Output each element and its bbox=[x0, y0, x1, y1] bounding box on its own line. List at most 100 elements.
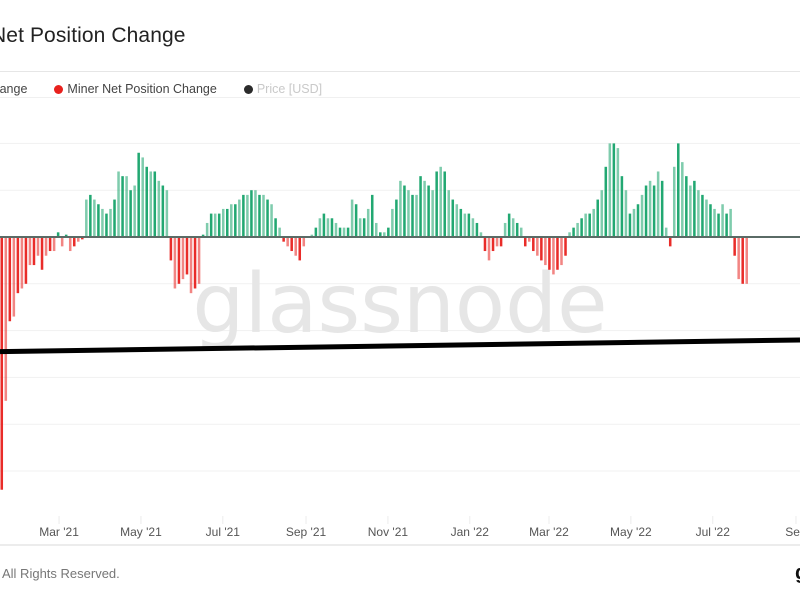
legend-dot-icon bbox=[54, 84, 64, 94]
bar-positive bbox=[230, 204, 233, 237]
bar-positive bbox=[346, 227, 350, 237]
bar-negative bbox=[20, 237, 24, 289]
bar-positive bbox=[600, 190, 604, 237]
bar-positive bbox=[238, 199, 241, 237]
bar-negative bbox=[16, 237, 20, 294]
bar-negative bbox=[28, 237, 32, 266]
bar-positive bbox=[209, 213, 213, 237]
bar-positive bbox=[407, 190, 410, 237]
bar-positive bbox=[350, 199, 354, 237]
bar-positive bbox=[515, 222, 519, 237]
bar-positive bbox=[334, 222, 338, 237]
footer-logo-glyph: g bbox=[795, 562, 800, 585]
bar-positive bbox=[121, 176, 124, 237]
bar-positive bbox=[391, 208, 394, 237]
bar-positive bbox=[636, 204, 640, 237]
bar-positive bbox=[161, 185, 165, 237]
bar-negative bbox=[745, 237, 748, 284]
bar-positive bbox=[439, 166, 442, 237]
bar-negative bbox=[540, 237, 543, 261]
bar-positive bbox=[604, 166, 608, 237]
bar-positive bbox=[113, 199, 116, 237]
bar-positive bbox=[652, 185, 656, 237]
legend-item-exchange-net-position-change[interactable]: tion Change bbox=[0, 82, 27, 96]
bar-positive bbox=[685, 176, 688, 237]
bar-positive bbox=[709, 204, 712, 237]
bar-positive bbox=[431, 190, 434, 237]
x-tick-label: Jul '21 bbox=[206, 525, 241, 539]
bar-positive bbox=[677, 143, 680, 237]
bar-positive bbox=[705, 199, 708, 237]
bar-positive bbox=[423, 180, 426, 237]
bar-positive bbox=[270, 204, 273, 237]
watermark: glassnode bbox=[192, 257, 607, 352]
bar-positive bbox=[628, 213, 632, 237]
bar-positive bbox=[576, 222, 579, 237]
legend-item-price[interactable]: Price [USD] bbox=[243, 82, 322, 96]
bar-positive bbox=[137, 152, 140, 237]
bar-positive bbox=[612, 143, 616, 237]
bar-negative bbox=[197, 237, 201, 284]
bar-positive bbox=[616, 148, 620, 237]
bar-positive bbox=[226, 208, 229, 237]
bar-positive bbox=[362, 218, 366, 237]
bar-positive bbox=[318, 218, 322, 237]
bar-positive bbox=[250, 190, 253, 237]
x-axis-ticks: Mar '21 May '21 Jul '21 Sep '21 Nov '21 Jan '… bbox=[39, 516, 800, 539]
bar-negative bbox=[487, 237, 491, 261]
bar-negative bbox=[298, 237, 302, 261]
bar-positive bbox=[584, 213, 587, 237]
bar-positive bbox=[721, 204, 724, 237]
bar-positive bbox=[133, 185, 136, 237]
bar-positive bbox=[330, 218, 334, 237]
bar-positive bbox=[447, 190, 451, 237]
header-divider bbox=[0, 71, 800, 72]
legend-label: Miner Net Position Change bbox=[67, 82, 217, 96]
bar-positive bbox=[632, 208, 636, 237]
bar-positive bbox=[693, 180, 696, 237]
legend-item-miner-net-position-change[interactable]: Miner Net Position Change bbox=[54, 82, 217, 96]
bar-positive bbox=[258, 194, 261, 237]
bar-positive bbox=[326, 218, 330, 237]
x-tick-label: Sep '21 bbox=[286, 525, 327, 539]
bar-negative bbox=[532, 237, 535, 252]
bar-negative bbox=[72, 237, 76, 247]
bar-negative bbox=[185, 237, 189, 275]
bar-positive bbox=[342, 227, 346, 237]
bar-positive bbox=[656, 171, 660, 237]
chart-plot: glassnode Mar '21 May '21 Jul '21 Sep '21 No… bbox=[0, 142, 800, 539]
bar-positive bbox=[358, 218, 362, 237]
bar-positive bbox=[403, 185, 406, 237]
bar-positive bbox=[399, 180, 402, 237]
bar-negative bbox=[544, 237, 547, 266]
bar-positive bbox=[644, 185, 648, 237]
bar-positive bbox=[149, 171, 153, 237]
bar-positive bbox=[314, 227, 318, 237]
bar-positive bbox=[254, 190, 257, 237]
bar-positive bbox=[105, 213, 108, 237]
bar-positive bbox=[217, 213, 221, 237]
bar-positive bbox=[415, 194, 418, 237]
bar-positive bbox=[354, 204, 358, 237]
bar-negative bbox=[499, 237, 503, 247]
bar-positive bbox=[157, 180, 161, 237]
bar-positive bbox=[664, 227, 668, 237]
bar-positive bbox=[145, 166, 148, 237]
footer-copyright: All Rights Reserved. bbox=[2, 566, 120, 581]
x-tick-label: May '21 bbox=[120, 525, 162, 539]
bar-negative bbox=[286, 237, 289, 247]
bar-positive bbox=[395, 199, 398, 237]
bar-negative bbox=[741, 237, 744, 284]
bar-negative bbox=[290, 237, 293, 252]
bar-positive bbox=[459, 208, 463, 237]
bar-positive bbox=[93, 199, 96, 237]
bar-negative bbox=[12, 237, 16, 317]
x-tick-label: May '22 bbox=[610, 525, 652, 539]
bar-negative bbox=[302, 237, 306, 247]
bar-positive bbox=[266, 199, 269, 237]
bar-positive bbox=[274, 218, 277, 237]
bar-positive bbox=[234, 204, 237, 237]
bar-positive bbox=[165, 190, 169, 237]
x-tick-label: Mar '21 bbox=[39, 525, 79, 539]
bar-negative bbox=[495, 237, 499, 247]
